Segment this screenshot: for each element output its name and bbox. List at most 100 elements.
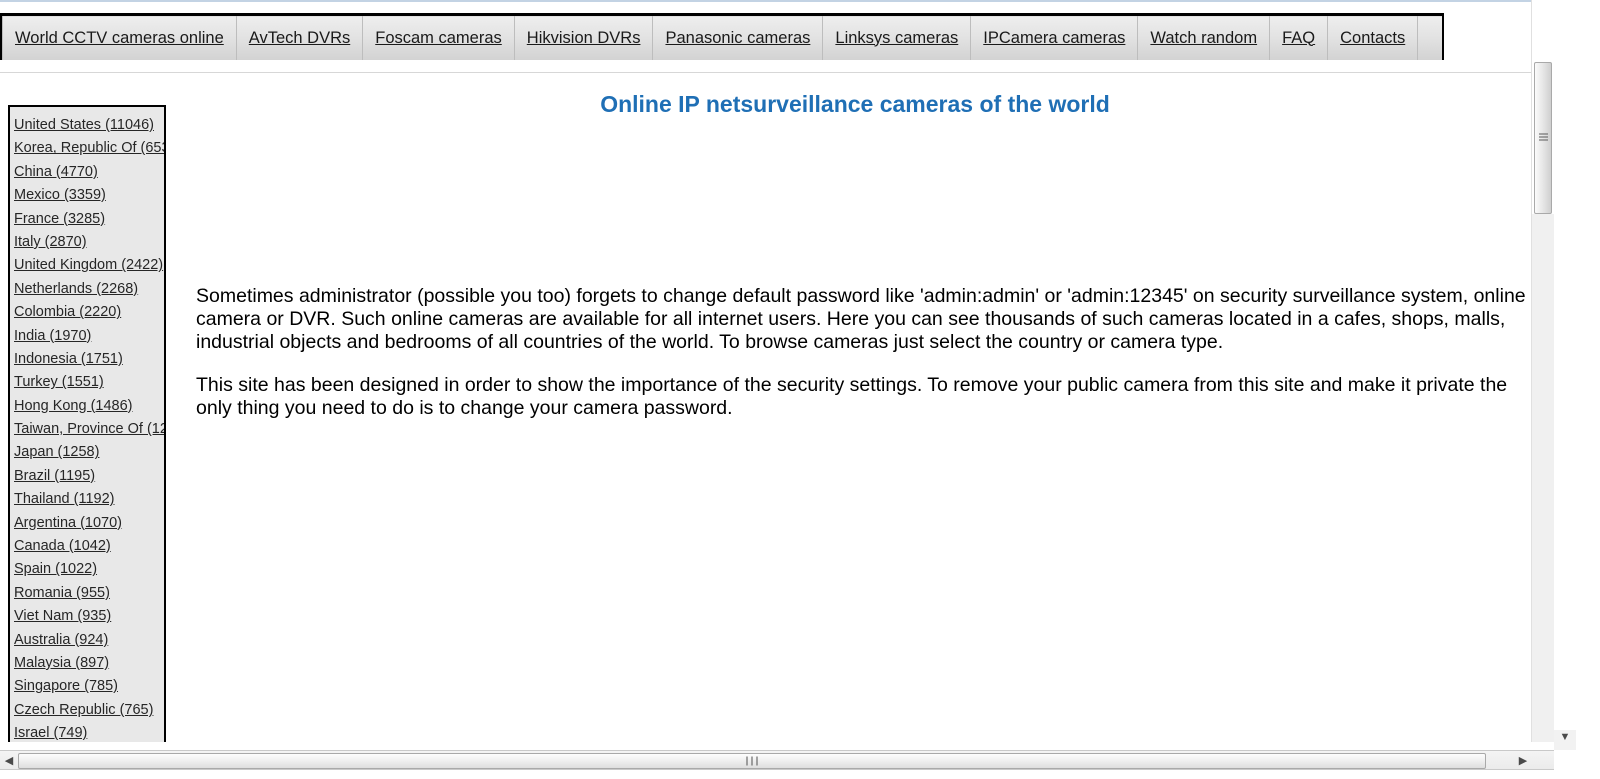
country-link[interactable]: Argentina (1070): [14, 515, 122, 531]
list-item[interactable]: Singapore (785): [10, 674, 164, 697]
list-item[interactable]: China (4770): [10, 160, 164, 183]
country-link[interactable]: Mexico (3359): [14, 187, 106, 203]
nav-link-foscam-cameras[interactable]: Foscam cameras: [375, 29, 502, 47]
list-item[interactable]: Israel (749): [10, 721, 164, 742]
scroll-down-arrow-icon[interactable]: ▼: [1554, 730, 1576, 750]
nav-item-panasonic-cameras[interactable]: Panasonic cameras: [652, 14, 824, 62]
scroll-left-arrow-icon[interactable]: ◀: [2, 754, 16, 768]
nav-link-world-cctv[interactable]: World CCTV cameras online: [15, 29, 224, 47]
list-item[interactable]: Indonesia (1751): [10, 347, 164, 370]
list-item[interactable]: Colombia (2220): [10, 300, 164, 323]
list-item[interactable]: United Kingdom (2422): [10, 253, 164, 276]
country-link[interactable]: Australia (924): [14, 632, 108, 648]
country-link[interactable]: Netherlands (2268): [14, 281, 138, 297]
country-link[interactable]: Singapore (785): [14, 678, 118, 694]
horizontal-scrollbar-track[interactable]: ◀ ▶: [0, 750, 1554, 770]
list-item[interactable]: Turkey (1551): [10, 370, 164, 393]
nav-row: World CCTV cameras online AvTech DVRs Fo…: [1, 14, 1444, 62]
nav-tail-cell: [1417, 14, 1444, 62]
country-link[interactable]: Brazil (1195): [14, 468, 95, 484]
country-link[interactable]: Colombia (2220): [14, 304, 121, 320]
list-item[interactable]: United States (11046): [10, 113, 164, 136]
horizontal-scrollbar-thumb[interactable]: [18, 753, 1486, 769]
country-link[interactable]: Japan (1258): [14, 444, 99, 460]
nav-link-linksys-cameras[interactable]: Linksys cameras: [835, 29, 958, 47]
list-item[interactable]: Thailand (1192): [10, 487, 164, 510]
vertical-scrollbar[interactable]: [1531, 0, 1554, 742]
nav-link-panasonic-cameras[interactable]: Panasonic cameras: [665, 29, 810, 47]
nav-item-foscam-cameras[interactable]: Foscam cameras: [362, 14, 515, 62]
nav-link-contacts[interactable]: Contacts: [1340, 29, 1405, 47]
list-item[interactable]: Malaysia (897): [10, 651, 164, 674]
vertical-scrollbar-thumb[interactable]: [1534, 62, 1552, 214]
list-item[interactable]: Viet Nam (935): [10, 604, 164, 627]
page-title: Online IP netsurveillance cameras of the…: [600, 91, 1110, 117]
country-link[interactable]: United States (11046): [14, 117, 154, 133]
nav-item-faq[interactable]: FAQ: [1269, 14, 1329, 62]
intro-text: Sometimes administrator (possible you to…: [196, 285, 1536, 440]
country-link[interactable]: France (3285): [14, 211, 105, 227]
intro-paragraph-2: This site has been designed in order to …: [196, 374, 1508, 419]
nav-link-ipcamera-cameras[interactable]: IPCamera cameras: [983, 29, 1125, 47]
down-arrow-glyph: ▼: [1559, 731, 1571, 743]
country-link[interactable]: India (1970): [14, 328, 91, 344]
country-link[interactable]: Thailand (1192): [14, 491, 115, 507]
list-item[interactable]: Canada (1042): [10, 534, 164, 557]
country-link[interactable]: Indonesia (1751): [14, 351, 123, 367]
country-link[interactable]: United Kingdom (2422): [14, 257, 163, 273]
list-item[interactable]: Brazil (1195): [10, 464, 164, 487]
intro-paragraph-1: Sometimes administrator (possible you to…: [196, 285, 1526, 353]
list-item[interactable]: Italy (2870): [10, 230, 164, 253]
content-divider: [0, 72, 1546, 73]
country-link[interactable]: Czech Republic (765): [14, 702, 153, 718]
list-item[interactable]: Spain (1022): [10, 557, 164, 580]
country-link[interactable]: Malaysia (897): [14, 655, 109, 671]
list-item[interactable]: Australia (924): [10, 628, 164, 651]
country-link[interactable]: Turkey (1551): [14, 374, 104, 390]
main-navigation: World CCTV cameras online AvTech DVRs Fo…: [0, 13, 1554, 63]
nav-link-faq[interactable]: FAQ: [1282, 29, 1315, 47]
nav-item-hikvision-dvrs[interactable]: Hikvision DVRs: [514, 14, 654, 62]
nav-link-hikvision-dvrs[interactable]: Hikvision DVRs: [527, 29, 641, 47]
scroll-right-arrow-icon[interactable]: ▶: [1516, 754, 1530, 768]
scrollbar-grip-icon: [746, 756, 758, 766]
country-link[interactable]: Canada (1042): [14, 538, 111, 554]
country-link[interactable]: Israel (749): [14, 725, 87, 741]
list-item[interactable]: India (1970): [10, 324, 164, 347]
nav-item-ipcamera-cameras[interactable]: IPCamera cameras: [970, 14, 1139, 62]
country-link[interactable]: China (4770): [14, 164, 98, 180]
list-item[interactable]: Netherlands (2268): [10, 277, 164, 300]
list-item[interactable]: Korea, Republic Of (6536): [10, 136, 164, 159]
page-content: United States (11046) Korea, Republic Of…: [0, 60, 1554, 742]
scrollbar-grip-icon: [1539, 133, 1548, 143]
left-arrow-glyph: ◀: [4, 755, 14, 767]
list-item[interactable]: Mexico (3359): [10, 183, 164, 206]
country-link[interactable]: Korea, Republic Of (6536): [14, 140, 164, 156]
list-item[interactable]: Romania (955): [10, 581, 164, 604]
browser-viewport: World CCTV cameras online AvTech DVRs Fo…: [0, 0, 1554, 742]
list-item[interactable]: Taiwan, Province Of (1295): [10, 417, 164, 440]
nav-link-watch-random[interactable]: Watch random: [1150, 29, 1257, 47]
nav-item-contacts[interactable]: Contacts: [1327, 14, 1419, 62]
country-link[interactable]: Spain (1022): [14, 561, 97, 577]
country-link[interactable]: Viet Nam (935): [14, 608, 111, 624]
list-item[interactable]: France (3285): [10, 207, 164, 230]
country-link[interactable]: Romania (955): [14, 585, 110, 601]
list-item[interactable]: Czech Republic (765): [10, 698, 164, 721]
nav-item-avtech-dvrs[interactable]: AvTech DVRs: [236, 14, 364, 62]
list-item[interactable]: Argentina (1070): [10, 511, 164, 534]
nav-item-world-cctv-cameras-online[interactable]: World CCTV cameras online: [2, 14, 237, 62]
country-link[interactable]: Taiwan, Province Of (1295): [14, 421, 164, 437]
horizontal-scrollbar[interactable]: ◀ ▶: [0, 742, 1600, 779]
main-column: Online IP netsurveillance cameras of the…: [180, 90, 1540, 419]
nav-item-watch-random[interactable]: Watch random: [1137, 14, 1271, 62]
right-arrow-glyph: ▶: [1518, 755, 1528, 767]
list-item[interactable]: Japan (1258): [10, 440, 164, 463]
nav-item-linksys-cameras[interactable]: Linksys cameras: [822, 14, 972, 62]
nav-link-avtech-dvrs[interactable]: AvTech DVRs: [249, 29, 350, 47]
nav-table: World CCTV cameras online AvTech DVRs Fo…: [0, 13, 1445, 63]
country-list-sidebar: United States (11046) Korea, Republic Of…: [8, 105, 166, 742]
country-link[interactable]: Italy (2870): [14, 234, 87, 250]
list-item[interactable]: Hong Kong (1486): [10, 394, 164, 417]
country-link[interactable]: Hong Kong (1486): [14, 398, 133, 414]
